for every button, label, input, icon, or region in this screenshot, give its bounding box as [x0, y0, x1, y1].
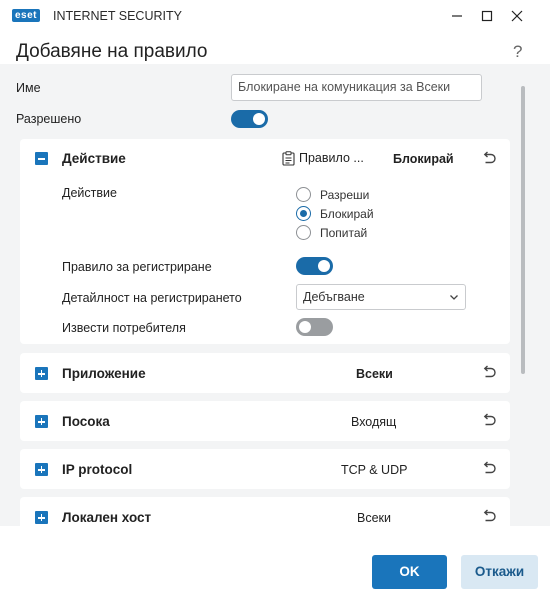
radio-ask[interactable] — [296, 225, 311, 240]
help-icon[interactable]: ? — [513, 42, 522, 62]
expand-icon[interactable] — [35, 415, 48, 428]
reset-icon[interactable] — [481, 461, 497, 477]
log-rule-toggle[interactable] — [296, 257, 333, 275]
radio-allow[interactable] — [296, 187, 311, 202]
section-direction[interactable]: Посока Входящ — [20, 401, 510, 441]
clipboard-icon — [282, 150, 295, 166]
section-local-host[interactable]: Локален хост Всеки — [20, 497, 510, 526]
eset-logo: eset — [12, 9, 41, 22]
verbosity-select[interactable]: Дебъгване — [296, 284, 466, 310]
collapse-icon[interactable] — [35, 152, 48, 165]
chevron-down-icon — [450, 295, 458, 300]
notify-toggle[interactable] — [296, 318, 333, 336]
enabled-toggle[interactable] — [231, 110, 268, 128]
verbosity-value: Дебъгване — [303, 290, 365, 304]
section-title: Посока — [62, 414, 110, 429]
radio-allow-label[interactable]: Разреши — [320, 188, 369, 202]
radio-block-label[interactable]: Блокирай — [320, 207, 374, 221]
reset-icon[interactable] — [481, 365, 497, 381]
cancel-button[interactable]: Откажи — [461, 555, 538, 589]
section-title: Приложение — [62, 366, 146, 381]
reset-icon[interactable] — [481, 509, 497, 525]
section-application[interactable]: Приложение Всеки — [20, 353, 510, 393]
toggle-knob — [253, 113, 265, 125]
card-title: Действие — [62, 151, 126, 166]
expand-icon[interactable] — [35, 463, 48, 476]
toggle-knob — [299, 321, 311, 333]
product-name: INTERNET SECURITY — [53, 9, 182, 23]
minimize-icon[interactable] — [443, 4, 471, 28]
rule-chip[interactable]: Правило ... — [282, 150, 364, 166]
expand-icon[interactable] — [35, 367, 48, 380]
radio-block[interactable] — [296, 206, 311, 221]
section-title: Локален хост — [62, 510, 152, 525]
reset-icon[interactable] — [481, 413, 497, 429]
radio-ask-label[interactable]: Попитай — [320, 226, 367, 240]
log-rule-label: Правило за регистриране — [62, 260, 212, 274]
dialog-title: Добавяне на правило — [16, 41, 208, 62]
maximize-icon[interactable] — [473, 4, 501, 28]
section-ip-protocol[interactable]: IP protocol TCP & UDP — [20, 449, 510, 489]
section-value: TCP & UDP — [341, 463, 408, 477]
name-label: Име — [16, 81, 41, 95]
action-card: Действие Правило ... Блокирай Действие Р… — [20, 139, 510, 344]
scrollbar[interactable] — [521, 86, 525, 374]
section-value: Всеки — [356, 367, 393, 381]
ok-button[interactable]: OK — [372, 555, 447, 589]
title-bar: eset INTERNET SECURITY — [0, 0, 550, 32]
enabled-label: Разрешено — [16, 112, 82, 126]
card-value: Блокирай — [393, 152, 454, 166]
section-title: IP protocol — [62, 462, 133, 477]
expand-icon[interactable] — [35, 511, 48, 524]
close-icon[interactable] — [503, 4, 531, 28]
action-label: Действие — [62, 186, 117, 200]
reset-icon[interactable] — [481, 151, 497, 167]
toggle-knob — [318, 260, 330, 272]
verbosity-label: Детайлност на регистрирането — [62, 291, 242, 305]
section-value: Входящ — [351, 415, 397, 429]
notify-label: Извести потребителя — [62, 321, 186, 335]
section-value: Всеки — [357, 511, 391, 525]
rule-chip-label: Правило ... — [299, 151, 364, 165]
name-input[interactable]: Блокиране на комуникация за Всеки — [231, 74, 482, 101]
